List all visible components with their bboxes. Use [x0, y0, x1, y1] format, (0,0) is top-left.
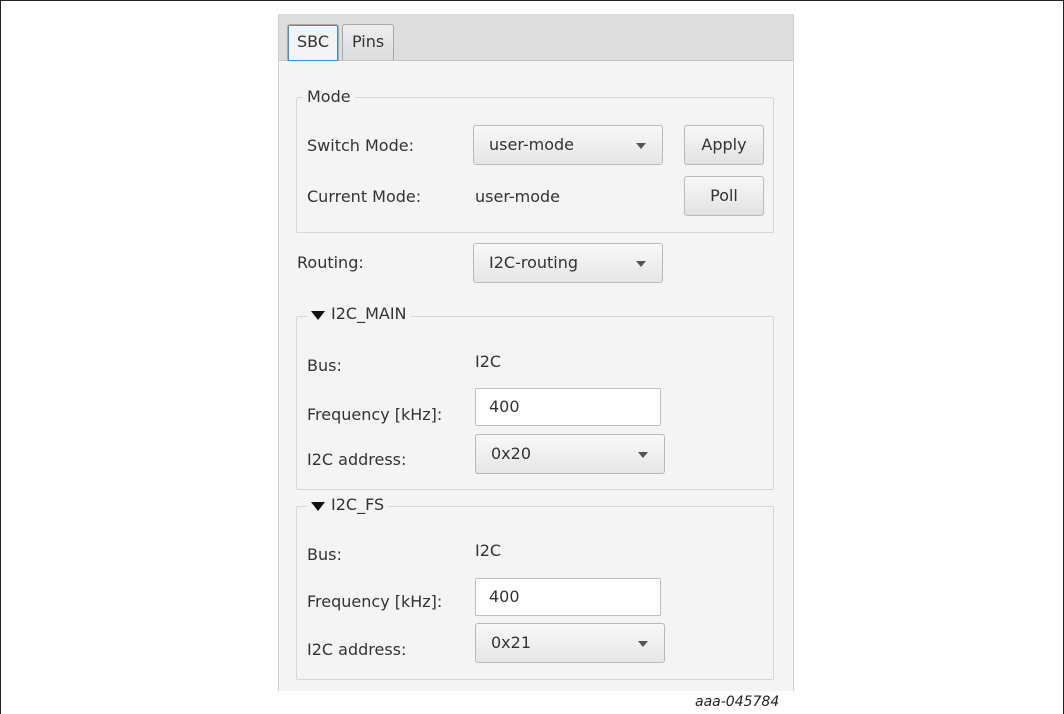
tab-bar: SBC Pins: [279, 14, 793, 61]
i2c-main-address-dropdown[interactable]: 0x20: [475, 434, 665, 474]
chevron-down-icon: [638, 452, 648, 458]
i2c-main-bus-value: I2C: [475, 352, 502, 371]
switch-mode-label: Switch Mode:: [307, 136, 414, 155]
tab-sbc[interactable]: SBC: [287, 24, 340, 61]
figure-caption: aaa-045784: [695, 694, 780, 710]
chevron-down-icon: [636, 261, 646, 267]
routing-dropdown[interactable]: I2C-routing: [473, 243, 663, 283]
switch-mode-value: user-mode: [489, 135, 575, 154]
i2c-fs-frequency-label: Frequency [kHz]:: [307, 592, 443, 611]
chevron-down-icon: [636, 143, 646, 149]
i2c-main-address-value: 0x20: [491, 444, 532, 463]
mode-group-title: Mode: [303, 87, 355, 106]
chevron-down-icon: [638, 641, 648, 647]
apply-button[interactable]: Apply: [684, 125, 764, 165]
routing-label: Routing:: [297, 253, 364, 272]
tab-pins[interactable]: Pins: [342, 24, 395, 60]
i2c-main-bus-label: Bus:: [307, 356, 342, 375]
i2c-main-title: I2C_MAIN: [331, 304, 407, 323]
i2c-fs-address-value: 0x21: [491, 633, 532, 652]
routing-value: I2C-routing: [489, 253, 579, 272]
i2c-main-frequency-field[interactable]: 400: [475, 388, 661, 426]
collapse-triangle-icon: [311, 502, 325, 511]
i2c-fs-frequency-field[interactable]: 400: [475, 578, 661, 616]
current-mode-label: Current Mode:: [307, 187, 422, 206]
i2c-main-frequency-label: Frequency [kHz]:: [307, 405, 443, 424]
i2c-main-address-label: I2C address:: [307, 450, 407, 469]
i2c-fs-address-label: I2C address:: [307, 640, 407, 659]
collapse-triangle-icon: [311, 311, 325, 320]
i2c-fs-address-dropdown[interactable]: 0x21: [475, 623, 665, 663]
switch-mode-dropdown[interactable]: user-mode: [473, 125, 663, 165]
current-mode-value: user-mode: [475, 187, 561, 206]
i2c-fs-header[interactable]: I2C_FS: [307, 495, 389, 517]
poll-button[interactable]: Poll: [684, 176, 764, 216]
sbc-panel: SBC Pins Mode Switch Mode: user-mode App…: [278, 14, 794, 691]
i2c-fs-title: I2C_FS: [331, 495, 385, 514]
i2c-fs-bus-value: I2C: [475, 541, 502, 560]
i2c-main-header[interactable]: I2C_MAIN: [307, 304, 411, 326]
i2c-fs-bus-label: Bus:: [307, 545, 342, 564]
